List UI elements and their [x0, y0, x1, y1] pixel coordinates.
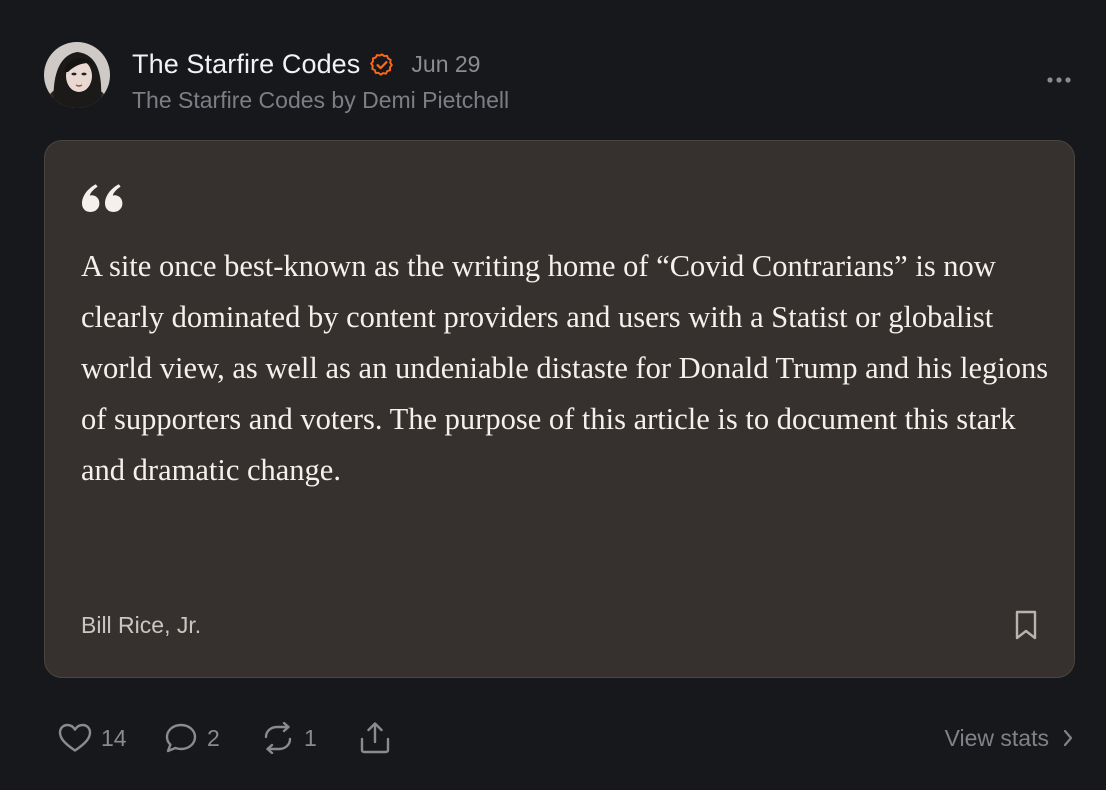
avatar[interactable]	[44, 42, 110, 108]
actions-bar: 14 2 1 View stats	[58, 716, 1073, 760]
ellipsis-icon	[1047, 77, 1071, 83]
like-count: 14	[101, 724, 127, 751]
quote-mark-icon	[82, 184, 123, 212]
restack-icon	[264, 722, 292, 754]
share-icon	[360, 722, 390, 754]
more-options-button[interactable]	[1044, 68, 1074, 92]
view-stats-label: View stats	[944, 724, 1049, 751]
post-date[interactable]: Jun 29	[411, 51, 480, 78]
heart-icon	[58, 723, 92, 752]
avatar-image	[44, 42, 110, 108]
bookmark-button[interactable]	[1012, 609, 1040, 641]
author-name[interactable]: The Starfire Codes	[132, 49, 360, 80]
publication-name[interactable]: The Starfire Codes by Demi Pietchell	[132, 87, 509, 114]
author-line: The Starfire Codes Jun 29	[132, 46, 480, 82]
quote-card[interactable]: A site once best-known as the writing ho…	[44, 140, 1075, 678]
like-button[interactable]: 14	[58, 716, 127, 760]
share-button[interactable]	[358, 716, 392, 760]
post-header: The Starfire Codes Jun 29 The Starfire C…	[44, 42, 1074, 114]
bookmark-icon	[1015, 610, 1037, 640]
comment-icon	[165, 723, 197, 753]
restack-button[interactable]: 1	[261, 716, 317, 760]
restack-count: 1	[304, 724, 317, 751]
view-stats-link[interactable]: View stats	[945, 716, 1073, 760]
quote-author[interactable]: Bill Rice, Jr.	[81, 612, 201, 639]
comment-count: 2	[207, 724, 220, 751]
verified-badge-icon	[370, 53, 394, 77]
comment-button[interactable]: 2	[164, 716, 220, 760]
quote-text: A site once best-known as the writing ho…	[81, 249, 1049, 487]
chevron-right-icon	[1063, 729, 1073, 747]
